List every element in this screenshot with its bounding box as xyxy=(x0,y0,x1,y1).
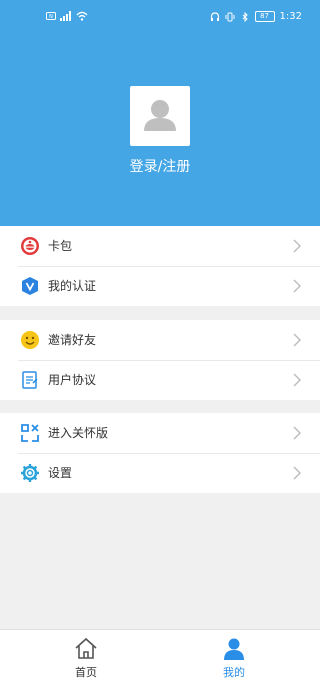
home-icon xyxy=(75,637,97,659)
menu-item-invite-friends[interactable]: 邀请好友 xyxy=(0,320,320,360)
menu-item-label: 设置 xyxy=(48,466,73,480)
document-icon xyxy=(22,371,38,389)
avatar[interactable] xyxy=(130,86,190,146)
chevron-right-icon xyxy=(293,466,301,480)
tab-home[interactable]: 首页 xyxy=(6,630,166,684)
profile-header: N 87 1:32 登录/注册 xyxy=(0,0,320,226)
headphones-icon xyxy=(210,11,219,21)
wifi-icon xyxy=(76,11,88,21)
smile-face-icon xyxy=(21,331,39,349)
gear-icon xyxy=(21,464,39,482)
menu-item-my-certification[interactable]: 我的认证 xyxy=(0,266,320,306)
nfc-icon: N xyxy=(46,12,56,20)
user-placeholder-icon xyxy=(144,100,176,131)
menu-item-label: 邀请好友 xyxy=(48,333,97,347)
menu-item-card-wallet[interactable]: 卡包 xyxy=(0,226,320,266)
chevron-right-icon xyxy=(293,239,301,253)
card-wallet-icon xyxy=(21,237,39,255)
bottom-tab-bar: 首页 我的 xyxy=(0,629,320,684)
chevron-right-icon xyxy=(293,373,301,387)
menu-item-care-mode[interactable]: 进入关怀版 xyxy=(0,413,320,453)
chevron-right-icon xyxy=(293,426,301,440)
menu-group-1: 卡包 我的认证 xyxy=(0,226,320,306)
status-time: 1:32 xyxy=(279,11,302,22)
menu-item-label: 卡包 xyxy=(48,239,73,253)
battery-level: 87 xyxy=(254,11,275,22)
bluetooth-icon xyxy=(242,11,248,22)
svg-text:N: N xyxy=(49,14,53,20)
vibrate-icon xyxy=(225,12,235,21)
verified-shield-icon xyxy=(22,277,38,295)
user-icon xyxy=(224,638,244,660)
menu-group-2: 邀请好友 用户协议 xyxy=(0,320,320,400)
tab-mine[interactable]: 我的 xyxy=(154,630,314,684)
menu-item-label: 进入关怀版 xyxy=(48,426,109,440)
menu-item-label: 我的认证 xyxy=(48,279,97,293)
chevron-right-icon xyxy=(293,333,301,347)
care-mode-icon xyxy=(21,424,39,442)
menu-group-3: 进入关怀版 设置 xyxy=(0,413,320,493)
signal-icon xyxy=(60,11,71,21)
menu-item-label: 用户协议 xyxy=(48,373,97,387)
status-bar: N 87 1:32 xyxy=(0,0,320,36)
login-register-link[interactable]: 登录/注册 xyxy=(0,156,320,176)
tab-label: 首页 xyxy=(75,666,97,679)
menu-item-user-agreement[interactable]: 用户协议 xyxy=(0,360,320,400)
menu-item-settings[interactable]: 设置 xyxy=(0,453,320,493)
chevron-right-icon xyxy=(293,279,301,293)
tab-label: 我的 xyxy=(223,666,245,679)
